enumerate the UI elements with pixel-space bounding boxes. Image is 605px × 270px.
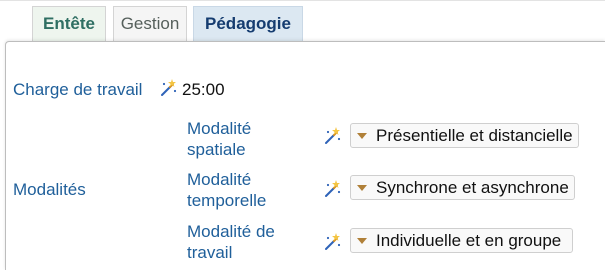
work-modality-value: Individuelle et en groupe [376, 230, 562, 250]
work-modality-select[interactable]: Individuelle et en groupe [350, 228, 573, 253]
magic-wand-icon[interactable] [322, 126, 342, 146]
temporal-modality-value: Synchrone et asynchrone [376, 177, 569, 197]
chevron-down-icon [357, 132, 367, 139]
chevron-down-icon [357, 237, 367, 244]
chevron-down-icon [357, 184, 367, 191]
spatial-modality-label: Modalité spatiale [187, 119, 252, 159]
tab-label-entete: Entête [43, 14, 95, 33]
tab-entete[interactable]: Entête [32, 6, 106, 41]
spatial-modality-select[interactable]: Présentielle et distancielle [350, 123, 579, 148]
magic-wand-icon[interactable] [322, 179, 342, 199]
tab-label-pedagogie: Pédagogie [205, 14, 291, 33]
tab-pedagogie[interactable]: Pédagogie [193, 6, 303, 41]
pedagogy-panel: Charge de travail 25:00 Modalités Modali… [5, 41, 605, 270]
workload-value: 25:00 [182, 80, 225, 99]
workload-label: Charge de travail [13, 80, 143, 99]
spatial-modality-value: Présentielle et distancielle [376, 125, 573, 145]
magic-wand-icon[interactable] [158, 78, 178, 98]
top-divider [0, 0, 605, 1]
temporal-modality-select[interactable]: Synchrone et asynchrone [350, 175, 575, 200]
magic-wand-icon[interactable] [322, 232, 342, 252]
modalities-label: Modalités [13, 180, 86, 199]
tab-gestion[interactable]: Gestion [113, 6, 187, 41]
temporal-modality-label: Modalité temporelle [187, 170, 267, 210]
tab-label-gestion: Gestion [120, 14, 180, 33]
page-root: Entête Gestion Pédagogie Charge de trava… [0, 0, 605, 270]
work-modality-label: Modalité de travail [187, 222, 275, 262]
